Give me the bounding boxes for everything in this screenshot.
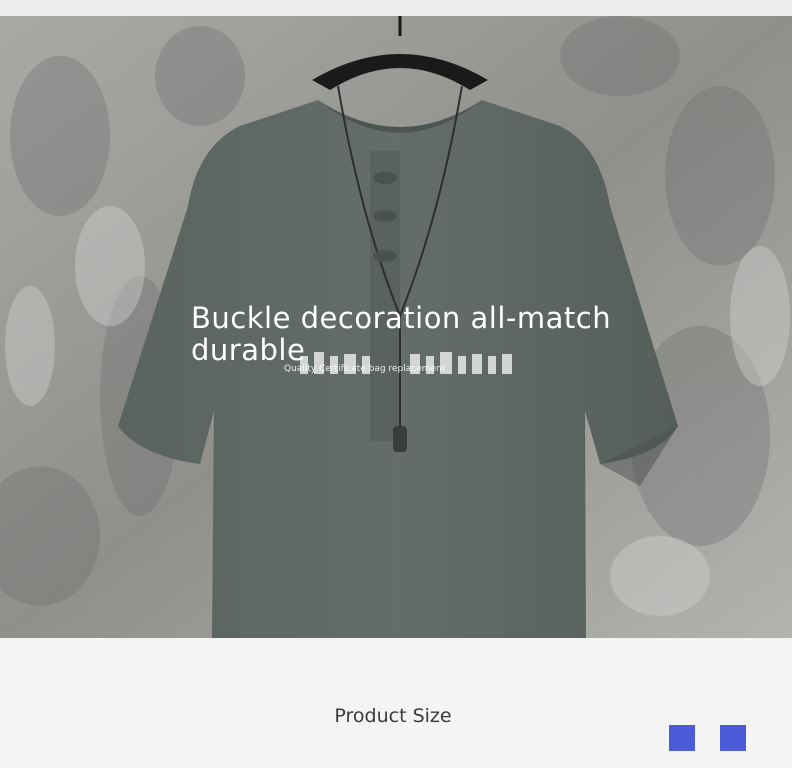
placket (370, 151, 400, 441)
top-strip (0, 0, 792, 16)
square-icon (720, 725, 746, 751)
overlay-caption: Quality Certificate bag replacement (284, 364, 446, 374)
overlay-title: Buckle decoration all-match durable (191, 301, 612, 367)
pendant (393, 426, 407, 452)
product-photo: Buckle decoration all-match durable (0, 16, 792, 638)
product-size-heading: Product Size (334, 705, 452, 727)
square-icon (669, 725, 695, 751)
